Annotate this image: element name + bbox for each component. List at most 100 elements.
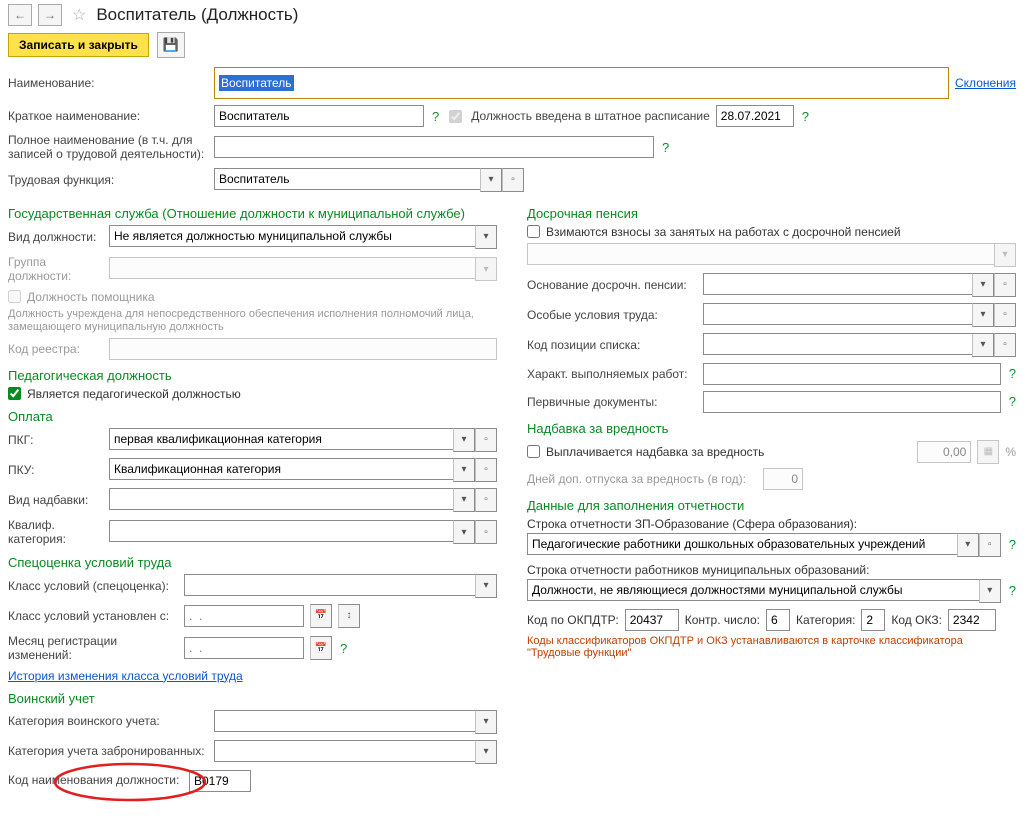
mil-booked-cat-input[interactable] [214, 740, 475, 762]
assistant-label: Должность помощника [27, 290, 155, 304]
dropdown-button[interactable]: ▾ [475, 574, 497, 598]
dropdown-button[interactable]: ▾ [453, 520, 475, 544]
save-disk-icon: 💾 [163, 37, 179, 53]
open-dialog-button[interactable]: ▫ [475, 488, 497, 512]
dropdown-button[interactable]: ▾ [979, 579, 1001, 603]
assistant-hint: Должность учреждена для непосредственног… [8, 308, 497, 334]
dropdown-button[interactable]: ▾ [972, 303, 994, 327]
mil-code-input[interactable] [189, 770, 251, 792]
open-dialog-button[interactable]: ▫ [979, 533, 1001, 557]
month-reg-input[interactable] [184, 637, 304, 659]
ped-section-title: Педагогическая должность [8, 368, 497, 383]
special-cond-input[interactable] [703, 303, 972, 325]
allowance-type-label: Вид надбавки: [8, 493, 103, 507]
declensions-link[interactable]: Склонения [955, 76, 1016, 90]
hazard-paid-checkbox[interactable] [527, 445, 540, 458]
dropdown-button[interactable]: ▾ [475, 740, 497, 764]
open-dialog-button[interactable]: ▫ [994, 273, 1016, 297]
class-since-input[interactable] [184, 605, 304, 627]
help-icon[interactable]: ? [802, 109, 809, 124]
help-icon[interactable]: ? [1009, 394, 1016, 409]
control-label: Контр. число: [685, 613, 760, 627]
help-icon[interactable]: ? [1009, 537, 1016, 552]
okz-label: Код ОКЗ: [891, 613, 942, 627]
full-name-input[interactable] [214, 136, 654, 158]
registry-code-label: Код реестра: [8, 342, 103, 356]
special-cond-label: Особые условия труда: [527, 308, 697, 322]
position-type-input[interactable] [109, 225, 475, 247]
favorite-star-icon[interactable]: ☆ [72, 5, 86, 25]
mil-code-label: Код наименования должности: [8, 773, 183, 787]
class-history-link[interactable]: История изменения класса условий труда [8, 669, 243, 683]
category-label: Категория: [796, 613, 855, 627]
work-char-input[interactable] [703, 363, 1001, 385]
zp-row-label: Строка отчетности ЗП-Образование (Сфера … [527, 517, 1016, 531]
help-icon[interactable]: ? [1009, 583, 1016, 598]
nav-back-button[interactable]: ← [8, 4, 32, 26]
zp-row-input[interactable] [527, 533, 957, 555]
okz-input[interactable] [948, 609, 996, 631]
calendar-icon[interactable]: 📅 [310, 604, 332, 628]
labor-func-input[interactable] [214, 168, 480, 190]
help-icon[interactable]: ? [340, 641, 347, 656]
pension-contrib-checkbox[interactable] [527, 225, 540, 238]
pkg-input[interactable] [109, 428, 453, 450]
dropdown-button[interactable]: ▾ [453, 488, 475, 512]
dropdown-button[interactable]: ▾ [972, 333, 994, 357]
save-and-close-button[interactable]: Записать и закрыть [8, 33, 149, 57]
is-ped-checkbox[interactable] [8, 387, 21, 400]
dropdown-button[interactable]: ▾ [972, 273, 994, 297]
in-schedule-date[interactable] [716, 105, 794, 127]
open-dialog-button[interactable]: ▫ [502, 168, 524, 192]
dropdown-button[interactable]: ▾ [475, 225, 497, 249]
dropdown-button: ▾ [994, 243, 1016, 267]
month-reg-label: Месяц регистрации изменений: [8, 634, 178, 663]
category-input[interactable] [861, 609, 885, 631]
class-input[interactable] [184, 574, 475, 596]
work-char-label: Характ. выполняемых работ: [527, 367, 697, 381]
dropdown-button[interactable]: ▾ [453, 428, 475, 452]
allowance-type-input[interactable] [109, 488, 453, 510]
okpdtr-input[interactable] [625, 609, 679, 631]
nav-forward-button[interactable]: → [38, 4, 62, 26]
position-group-label: Группа должности: [8, 255, 103, 284]
calendar-icon[interactable]: 📅 [310, 636, 332, 660]
open-dialog-button[interactable]: ▫ [994, 303, 1016, 327]
assistant-checkbox [8, 290, 21, 303]
primary-docs-label: Первичные документы: [527, 395, 697, 409]
extra-leave-input [763, 468, 803, 490]
assess-section-title: Спецоценка условий труда [8, 555, 497, 570]
help-icon[interactable]: ? [662, 140, 669, 155]
dropdown-button[interactable]: ▾ [453, 458, 475, 482]
dropdown-button[interactable]: ▾ [480, 168, 502, 192]
hazard-paid-label: Выплачивается надбавка за вредность [546, 445, 764, 459]
control-input[interactable] [766, 609, 790, 631]
save-button[interactable]: 💾 [157, 32, 185, 58]
municipal-row-input[interactable] [527, 579, 979, 601]
short-name-input[interactable] [214, 105, 424, 127]
open-dialog-button[interactable]: ▫ [475, 520, 497, 544]
position-type-label: Вид должности: [8, 230, 103, 244]
pku-input[interactable] [109, 458, 453, 480]
page-title: Воспитатель (Должность) [96, 5, 298, 25]
help-icon[interactable]: ? [1009, 366, 1016, 381]
hazard-section-title: Надбавка за вредность [527, 421, 1016, 436]
qualif-cat-input[interactable] [109, 520, 453, 542]
primary-docs-input[interactable] [703, 391, 1001, 413]
dropdown-button[interactable]: ▾ [475, 710, 497, 734]
list-pos-input[interactable] [703, 333, 972, 355]
name-input[interactable]: Воспитатель [214, 67, 949, 99]
position-group-input [109, 257, 475, 279]
open-dialog-button[interactable]: ▫ [475, 458, 497, 482]
dropdown-button: ▾ [475, 257, 497, 281]
dropdown-button[interactable]: ▾ [957, 533, 979, 557]
pension-basis-input[interactable] [703, 273, 972, 295]
registry-code-input [109, 338, 497, 360]
open-dialog-button[interactable]: ▫ [994, 333, 1016, 357]
help-icon[interactable]: ? [432, 109, 439, 124]
list-pos-label: Код позиции списка: [527, 338, 697, 352]
history-icon[interactable]: ↕ [338, 604, 360, 628]
pension-section-title: Досрочная пенсия [527, 206, 1016, 221]
open-dialog-button[interactable]: ▫ [475, 428, 497, 452]
mil-cat-input[interactable] [214, 710, 475, 732]
